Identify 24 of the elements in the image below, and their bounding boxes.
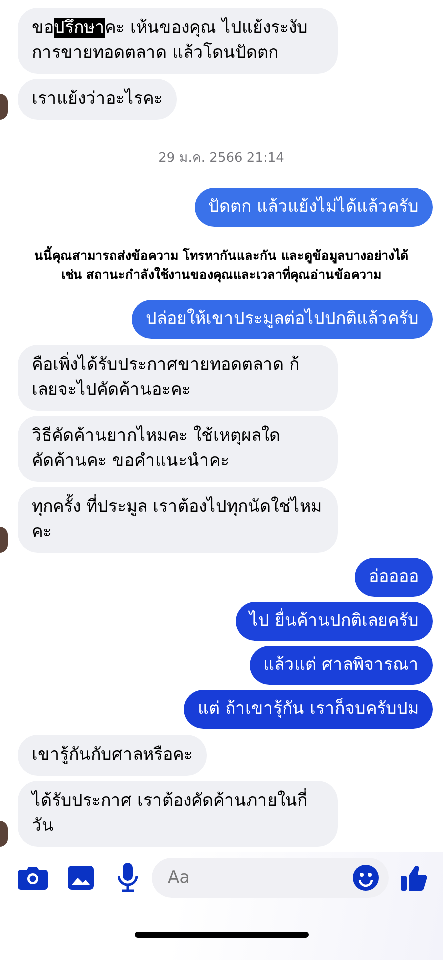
avatar[interactable] — [0, 94, 8, 120]
message-bubble: ทุกครั้ง ที่ประมูล เราต้องไปทุกนัดใช่ไหมคะ — [18, 486, 338, 553]
privacy-notice: นนี้คุณสามารถส่งข้อความ โทรหากันและกัน และดูข้อมูลบางอย่างได้ เช่น สถานะกำลังใช้งานของคุณและเวลาที่คุณอ่านข้อความ — [34, 246, 410, 284]
message-bubble: ขอปรึกษาคะ เห้นของคุณ ไปแย้งระงับการขายทอดตลาด แล้วโดนปัดตก — [18, 8, 338, 74]
message-bubble: ไป ยื่นค้านปกติเลยครับ — [236, 602, 433, 642]
message-bubble: ปัดตก แล้วแย้งไม่ได้แล้วครับ — [194, 188, 433, 227]
message-bubble: คือเพิ่งได้รับประกาศขายทอดตลาด ก้เลยจะไปคัดค้านอะคะ — [18, 344, 338, 411]
avatar[interactable] — [0, 526, 8, 553]
microphone-icon[interactable] — [118, 863, 138, 893]
message-bubble: อ่ออออ — [355, 558, 433, 598]
message-bubble: แต่ ถ้าเขารุ้กัน เราก็จบครับปม — [184, 690, 433, 730]
message-field[interactable]: Aa — [152, 858, 389, 898]
timestamp: 29 ม.ค. 2566 21:14 — [158, 150, 284, 168]
image-icon[interactable] — [68, 865, 94, 891]
avatar[interactable] — [0, 821, 8, 848]
message-bubble: เราแย้งว่าอะไรคะ — [18, 79, 177, 120]
emoji-icon[interactable] — [353, 865, 379, 891]
message-bubble: แล้วแต่ ศาลพิจารณา — [250, 646, 433, 686]
camera-icon[interactable] — [18, 865, 48, 891]
message-bubble: ได้รับประกาศ เราต้องคัดค้านภายในกี่วัน — [18, 781, 338, 848]
message-bubble: ปล่อยให้เขาประมูลต่อไปปกติแล้วครับ — [132, 300, 433, 339]
thumbs-up-icon[interactable] — [401, 864, 429, 892]
message-bubble: วิธีคัดค้านยากไหมคะ ใช้เหตุผลใดคัดค้านคะ ขอคำแนะนำคะ — [18, 416, 338, 482]
message-bubble: เขารู้กันกับศาลหรือคะ — [18, 735, 207, 776]
